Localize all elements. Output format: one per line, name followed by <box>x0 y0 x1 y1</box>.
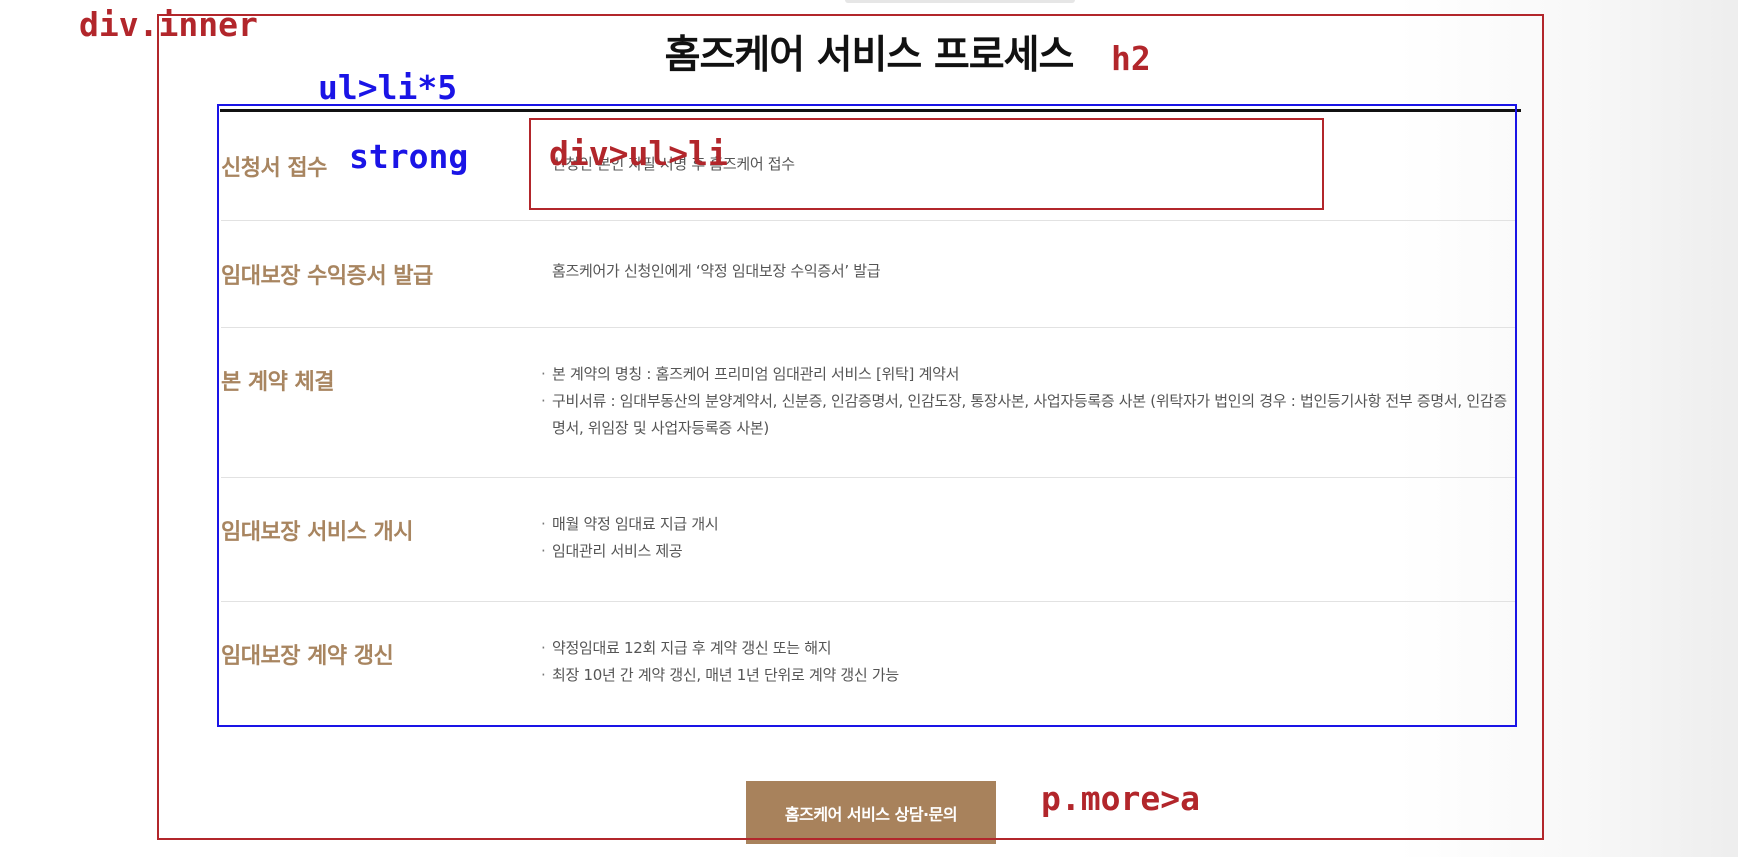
annotation-label-ul-li: ul>li*5 <box>318 68 458 107</box>
annotation-label-h2: h2 <box>1111 39 1151 78</box>
top-tab-edge <box>845 0 1075 3</box>
annotation-label-div-ul-li: div>ul>li <box>549 134 728 173</box>
annotation-label-div-inner: div.inner <box>79 5 258 44</box>
annotation-label-p-more-a: p.more>a <box>1041 779 1200 818</box>
annotation-label-strong: strong <box>349 137 469 176</box>
